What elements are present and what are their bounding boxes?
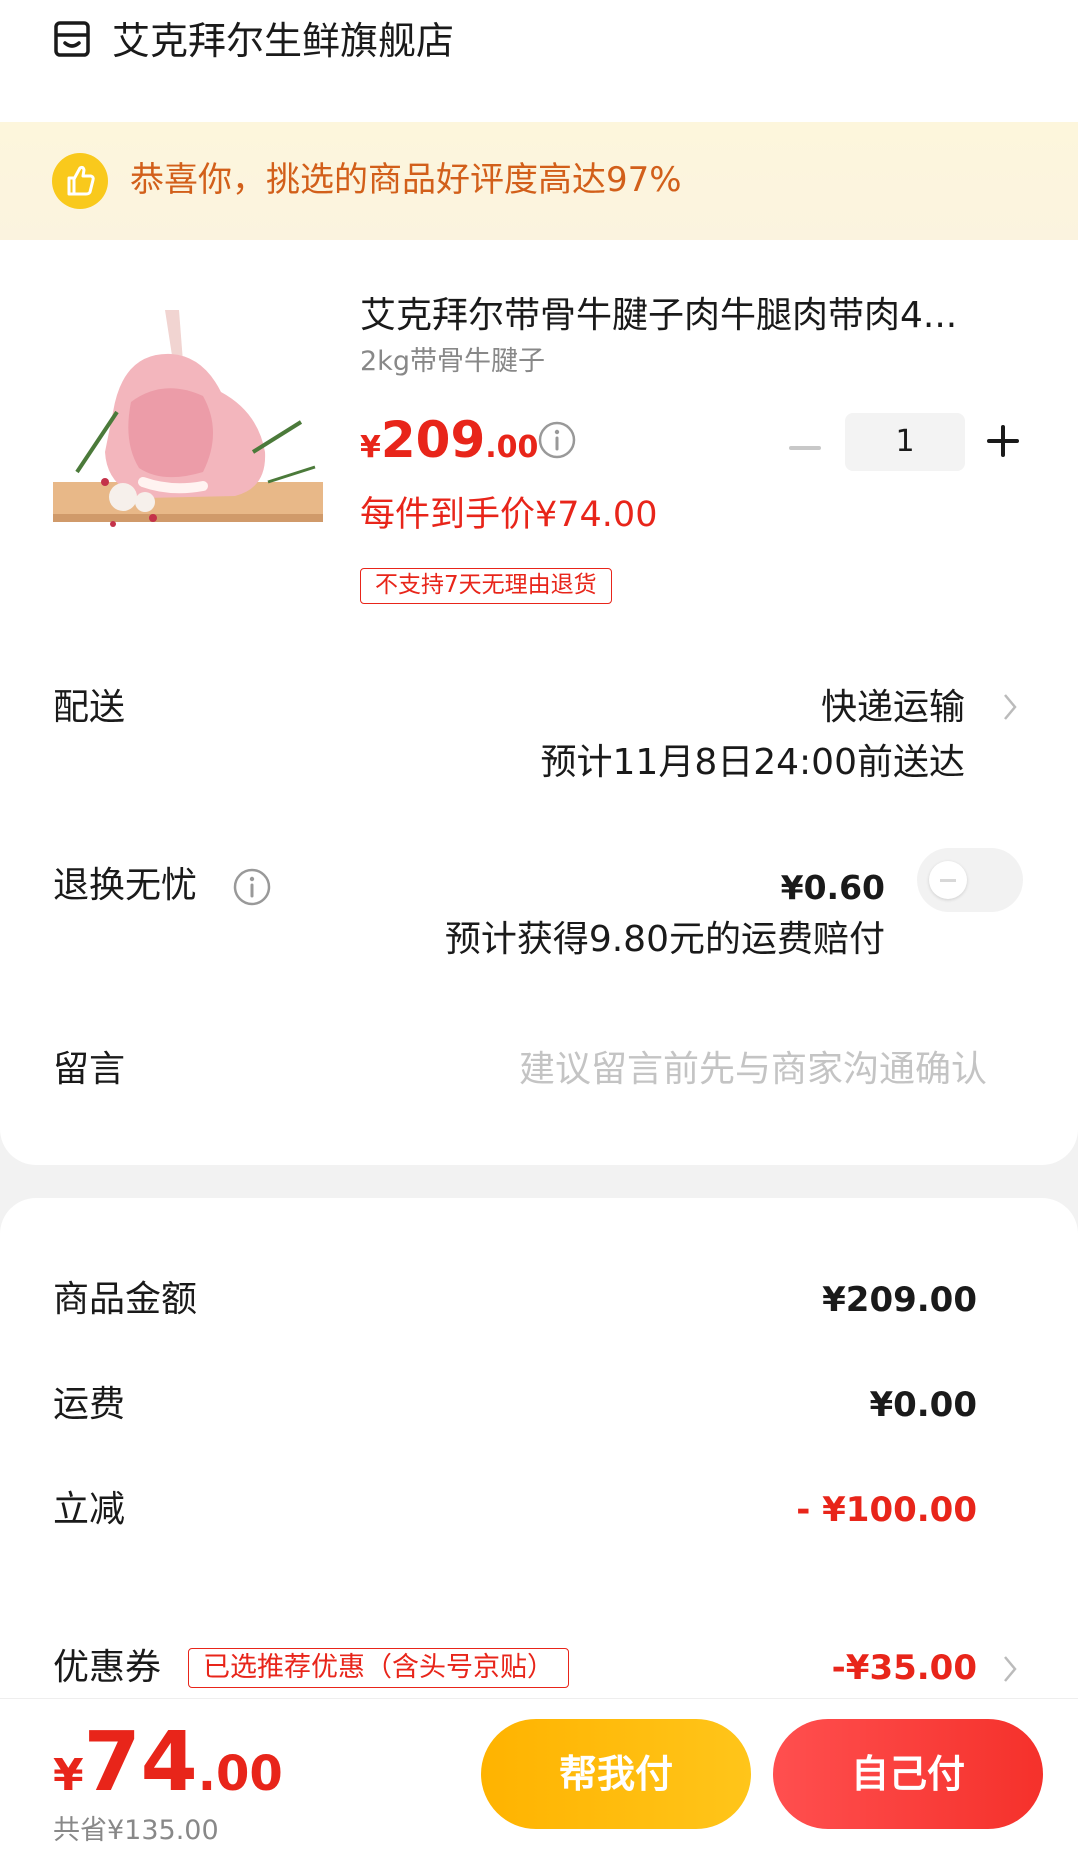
return-insurance-note: 预计获得9.80元的运费赔付: [444, 919, 885, 960]
return-insurance-price: ¥0.60: [780, 868, 885, 907]
coupon-value[interactable]: -¥35.00: [832, 1642, 977, 1694]
order-item-card: 艾克拜尔带骨牛腱子肉牛腿肉带肉4... 2kg带骨牛腱子 ¥209.00 1 每…: [0, 240, 1078, 1165]
instant-discount-value: - ¥100.00: [796, 1490, 977, 1530]
return-insurance-toggle[interactable]: [917, 848, 1023, 912]
price-info-icon[interactable]: [537, 420, 577, 460]
hand-price: 每件到手价¥74.00: [360, 495, 658, 535]
delivery-chevron-right-icon[interactable]: [1002, 692, 1018, 722]
return-insurance-label: 退换无忧: [53, 865, 198, 906]
store-icon: [54, 21, 90, 57]
coupon-chevron-right-icon[interactable]: [1002, 1654, 1018, 1684]
message-input[interactable]: 建议留言前先与商家沟通确认: [519, 1044, 987, 1096]
delivery-method[interactable]: 快递运输: [821, 682, 965, 734]
store-header[interactable]: 艾克拜尔生鲜旗舰店: [0, 0, 1078, 122]
goods-amount-label: 商品金额: [53, 1279, 198, 1320]
delivery-eta: 预计11月8日24:00前送达: [540, 742, 965, 783]
product-spec: 2kg带骨牛腱子: [360, 346, 545, 377]
thumbs-up-icon: [52, 153, 108, 209]
return-insurance-info-icon[interactable]: [232, 867, 272, 907]
price-summary-card: 商品金额 ¥209.00 运费 ¥0.00 立减 - ¥100.00 优惠券 已…: [0, 1198, 1078, 1698]
return-policy-tag: 不支持7天无理由退货: [360, 568, 612, 604]
instant-discount-label: 立减: [53, 1489, 126, 1530]
product-price: ¥209.00: [360, 411, 539, 469]
checkout-bar: ¥74.00 共省¥135.00 帮我付 自己付: [0, 1698, 1078, 1857]
product-title[interactable]: 艾克拜尔带骨牛腱子肉牛腿肉带肉4...: [360, 290, 1010, 342]
delivery-label: 配送: [53, 687, 126, 728]
help-me-pay-button[interactable]: 帮我付: [481, 1719, 751, 1829]
coupon-selected-tag[interactable]: 已选推荐优惠（含头号京贴）: [188, 1648, 569, 1688]
quantity-decrease-button[interactable]: [788, 428, 822, 468]
store-name[interactable]: 艾克拜尔生鲜旗舰店: [112, 14, 454, 68]
toggle-knob: [929, 861, 967, 899]
goods-amount-value: ¥209.00: [822, 1280, 977, 1320]
total-saved: 共省¥135.00: [53, 1815, 219, 1846]
product-image[interactable]: [53, 292, 323, 562]
quantity-input[interactable]: 1: [845, 413, 965, 471]
banner-text: 恭喜你，挑选的商品好评度高达97%: [130, 160, 682, 200]
shipping-label: 运费: [53, 1384, 126, 1425]
pay-myself-button[interactable]: 自己付: [773, 1719, 1043, 1829]
shipping-value: ¥0.00: [869, 1385, 977, 1425]
coupon-label: 优惠券: [53, 1647, 162, 1688]
rating-banner: 恭喜你，挑选的商品好评度高达97%: [0, 122, 1078, 240]
quantity-increase-button[interactable]: [986, 424, 1020, 458]
message-label-page: 留言: [53, 1049, 126, 1090]
